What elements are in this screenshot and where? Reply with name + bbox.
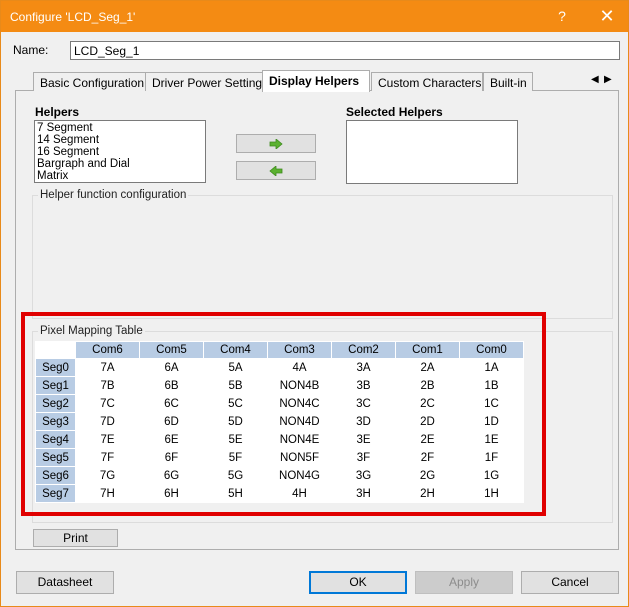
configure-dialog: Configure 'LCD_Seg_1' ? ✕ Name: Basic Co…	[0, 0, 629, 607]
list-item[interactable]: 14 Segment	[37, 134, 203, 146]
helpers-list[interactable]: 7 Segment 14 Segment 16 Segment Bargraph…	[34, 120, 206, 183]
right-arrow-icon	[269, 138, 283, 149]
remove-helper-button[interactable]	[236, 161, 316, 180]
cancel-button[interactable]: Cancel	[521, 571, 619, 594]
name-input[interactable]	[70, 41, 620, 60]
tab-basic-configuration[interactable]: Basic Configuration	[33, 72, 151, 91]
ok-button[interactable]: OK	[309, 571, 407, 594]
window-title: Configure 'LCD_Seg_1'	[10, 10, 136, 24]
title-bar[interactable]: Configure 'LCD_Seg_1' ? ✕	[1, 1, 628, 32]
tab-custom-characters[interactable]: Custom Characters	[371, 72, 483, 91]
name-label: Name:	[13, 43, 49, 57]
selected-helpers-list[interactable]	[346, 120, 518, 184]
left-arrow-icon	[269, 165, 283, 176]
tab-scroll-right-icon[interactable]: ▶	[604, 74, 612, 85]
helper-config-title: Helper function configuration	[38, 189, 189, 201]
datasheet-button[interactable]: Datasheet	[16, 571, 114, 594]
list-item[interactable]: Matrix	[37, 170, 203, 182]
tab-display-helpers[interactable]: Display Helpers	[262, 70, 370, 92]
helpers-heading: Helpers	[35, 105, 80, 119]
print-button[interactable]: Print	[33, 529, 118, 547]
selected-helpers-heading: Selected Helpers	[346, 105, 443, 119]
tab-scroll-left-icon[interactable]: ◀	[591, 74, 599, 85]
highlight-box	[21, 312, 546, 516]
close-icon[interactable]: ✕	[584, 1, 629, 32]
helper-config-group: Helper function configuration	[32, 189, 613, 319]
apply-button[interactable]: Apply	[415, 571, 513, 594]
add-helper-button[interactable]	[236, 134, 316, 153]
tab-built-in[interactable]: Built-in	[483, 72, 533, 91]
list-item[interactable]: 7 Segment	[37, 122, 203, 134]
list-item[interactable]: 16 Segment	[37, 146, 203, 158]
help-button[interactable]: ?	[539, 1, 585, 32]
list-item[interactable]: Bargraph and Dial	[37, 158, 203, 170]
tab-driver-power-settings[interactable]: Driver Power Settings	[145, 72, 268, 91]
